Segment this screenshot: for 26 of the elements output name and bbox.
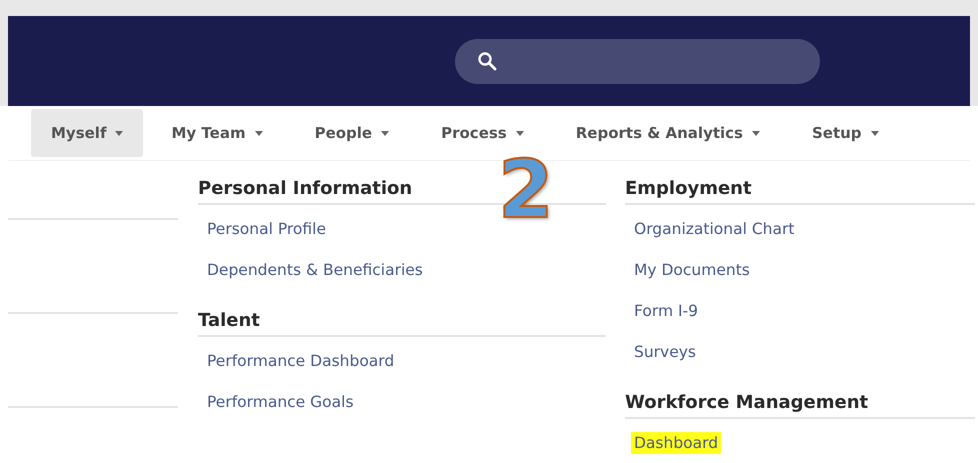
menu-link[interactable]: Dashboard xyxy=(631,432,722,454)
menu-link[interactable]: Surveys xyxy=(631,340,699,362)
menu-link[interactable]: Form I-9 xyxy=(631,300,701,322)
menu-link[interactable]: Personal Profile xyxy=(204,218,330,240)
caret-icon xyxy=(115,130,124,136)
nav-tab[interactable]: Myself xyxy=(31,109,144,157)
menu-link[interactable]: Performance Dashboard xyxy=(204,350,398,372)
search-field[interactable] xyxy=(455,38,820,84)
search-icon xyxy=(477,51,497,71)
section-heading: Talent xyxy=(198,309,606,337)
menu-link[interactable]: Organizational Chart xyxy=(631,218,798,240)
menu-link[interactable]: My Documents xyxy=(631,258,753,280)
section-heading: Workforce Management xyxy=(625,391,975,419)
caret-icon xyxy=(516,130,524,136)
menu-link[interactable]: Performance Goals xyxy=(204,390,357,412)
menu-link[interactable]: Dependents & Beneficiaries xyxy=(204,258,426,280)
caret-icon xyxy=(254,130,263,136)
caret-icon xyxy=(870,130,879,136)
nav-tab[interactable]: People xyxy=(294,109,410,157)
section-heading: Employment xyxy=(625,177,975,205)
nav-tab[interactable]: Process xyxy=(421,109,544,157)
caret-icon xyxy=(381,130,390,136)
nav-tab[interactable]: Setup xyxy=(792,109,899,157)
nav-tab[interactable]: My Team xyxy=(151,109,283,157)
caret-icon xyxy=(752,130,760,136)
nav-tab[interactable]: Reports & Analytics xyxy=(556,109,780,157)
